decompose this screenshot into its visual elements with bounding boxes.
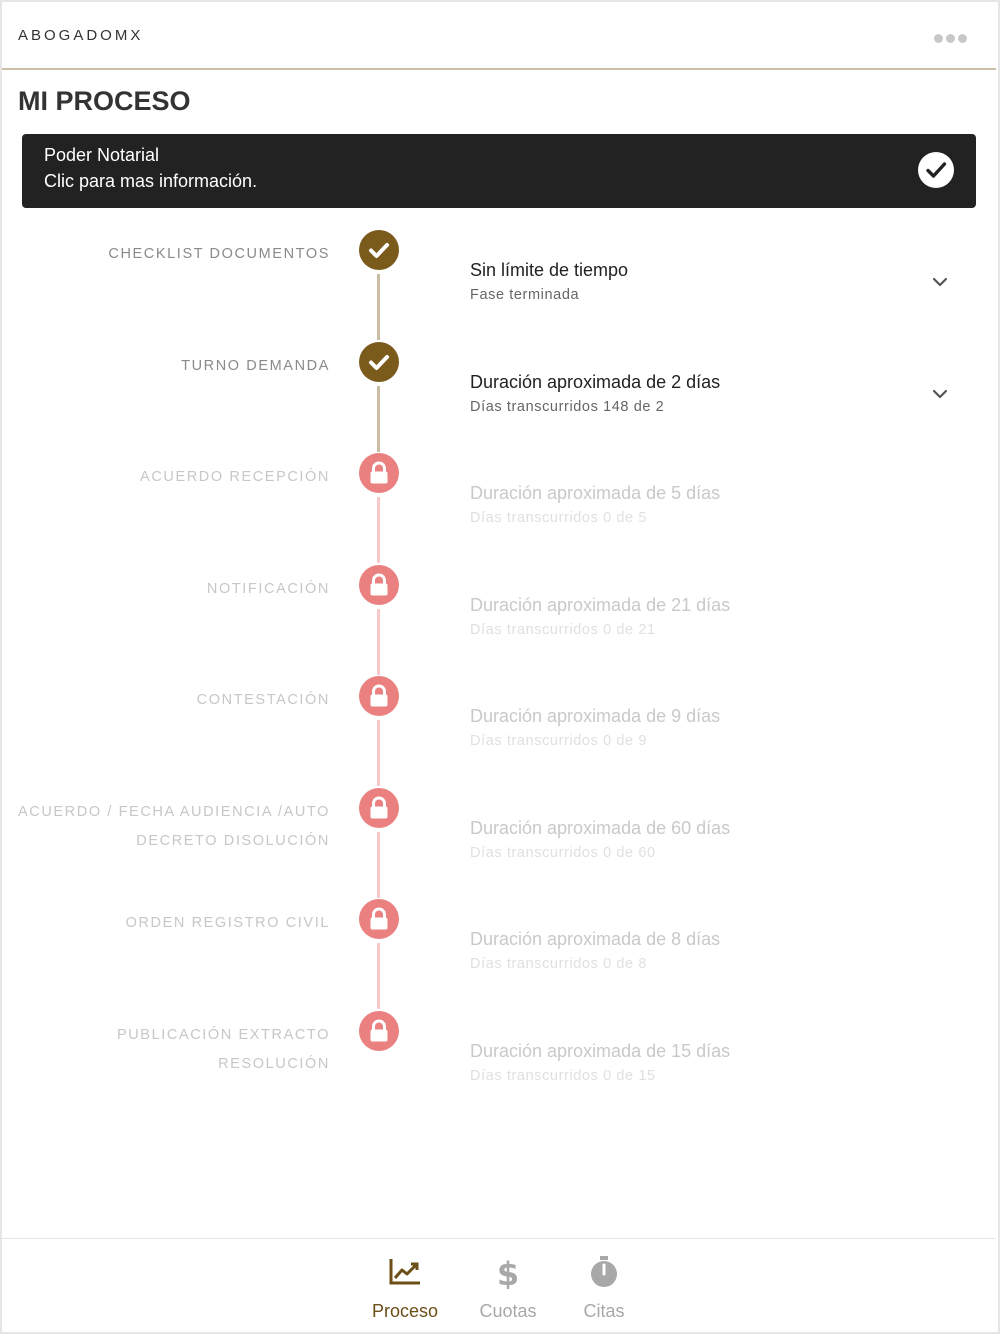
timeline-connector xyxy=(377,831,380,898)
lock-icon xyxy=(359,787,399,828)
tab-proceso[interactable]: Proceso xyxy=(365,1251,445,1321)
more-options-icon[interactable] xyxy=(934,34,967,43)
timeline-step: ACUERDO / FECHA AUDIENCIA /AUTO DECRETO … xyxy=(0,787,1000,900)
step-label: ACUERDO RECEPCIÓN xyxy=(140,469,330,485)
timeline-step: ORDEN REGISTRO CIVIL Duración aproximada … xyxy=(0,899,1000,1011)
chevron-down-icon[interactable] xyxy=(930,387,950,401)
step-label: ORDEN REGISTRO CIVIL xyxy=(125,915,330,931)
step-elapsed: Fase terminada xyxy=(470,287,580,303)
step-elapsed: Días transcurridos 148 de 2 xyxy=(470,398,665,415)
page-title: MI PROCESO xyxy=(18,86,191,116)
step-elapsed: Días transcurridos 0 de 5 xyxy=(470,510,647,526)
bottom-navigation: Proceso $ Cuotas Citas xyxy=(2,1238,996,1332)
step-duration: Duración aproximada de 60 días xyxy=(470,817,731,838)
tab-citas[interactable]: Citas xyxy=(564,1251,644,1321)
step-label: CONTESTACIÓN xyxy=(196,692,330,708)
step-duration: Duración aproximada de 9 días xyxy=(470,706,721,726)
timeline-step[interactable]: TURNO DEMANDA Duración aproximada de 2 dí… xyxy=(0,341,1000,454)
step-label: PUBLICACIÓN EXTRACTO RESOLUCIÓN xyxy=(116,1026,330,1072)
step-duration: Duración aproximada de 5 días xyxy=(470,483,721,503)
step-label: CHECKLIST DOCUMENTOS xyxy=(108,246,330,262)
timeline-connector xyxy=(377,720,380,786)
step-elapsed: Días transcurridos 0 de 9 xyxy=(470,733,647,749)
step-label: TURNO DEMANDA xyxy=(181,357,330,374)
dollar-icon: $ xyxy=(490,1255,526,1293)
chart-icon xyxy=(387,1255,423,1289)
timeline-connector xyxy=(377,274,380,340)
timeline-step: NOTIFICACIÓN Duración aproximada de 21 dí… xyxy=(0,564,1000,677)
step-elapsed: Días transcurridos 0 de 15 xyxy=(470,1067,656,1084)
timeline-step: ACUERDO RECEPCIÓN Duración aproximada de … xyxy=(0,453,1000,565)
check-circle-icon xyxy=(359,341,399,382)
step-duration: Duración aproximada de 2 días xyxy=(470,371,721,392)
timeline-connector xyxy=(377,385,380,452)
step-duration: Duración aproximada de 15 días xyxy=(470,1040,731,1061)
check-circle-icon xyxy=(359,230,399,270)
banner-title: Poder Notarial xyxy=(44,145,160,165)
step-label: ACUERDO / FECHA AUDIENCIA /AUTO DECRETO … xyxy=(18,803,330,849)
tab-proceso-label: Proceso xyxy=(371,1301,439,1321)
lock-icon xyxy=(359,899,399,939)
timeline-step: PUBLICACIÓN EXTRACTO RESOLUCIÓN Duración … xyxy=(0,1010,1000,1123)
info-banner[interactable]: Poder Notarial Clic para mas información… xyxy=(22,134,976,208)
tab-citas-label: Citas xyxy=(583,1301,625,1321)
step-elapsed: Días transcurridos 0 de 8 xyxy=(470,956,647,972)
timeline-connector xyxy=(377,497,380,563)
check-circle-icon xyxy=(918,152,954,188)
lock-icon xyxy=(359,564,399,605)
timeline-connector xyxy=(377,943,380,1009)
stopwatch-icon xyxy=(586,1255,622,1289)
lock-icon xyxy=(359,453,399,493)
tab-cuotas[interactable]: $ Cuotas xyxy=(468,1251,548,1321)
step-duration: Duración aproximada de 21 días xyxy=(470,594,731,615)
step-duration: Duración aproximada de 8 días xyxy=(470,929,721,949)
step-elapsed: Días transcurridos 0 de 60 xyxy=(470,844,656,861)
svg-text:$: $ xyxy=(497,1255,519,1289)
lock-icon xyxy=(359,676,399,716)
step-elapsed: Días transcurridos 0 de 21 xyxy=(470,621,656,638)
chevron-down-icon[interactable] xyxy=(930,275,950,289)
timeline-step[interactable]: CHECKLIST DOCUMENTOS Sin límite de tiempo… xyxy=(0,230,1000,342)
timeline-connector xyxy=(377,608,380,675)
timeline-step: CONTESTACIÓN Duración aproximada de 9 día… xyxy=(0,676,1000,788)
step-duration: Sin límite de tiempo xyxy=(470,260,629,280)
tab-cuotas-label: Cuotas xyxy=(479,1301,537,1321)
banner-subtitle: Clic para mas información. xyxy=(44,171,258,191)
step-label: NOTIFICACIÓN xyxy=(206,580,330,597)
top-bar: ABOGADOMX xyxy=(2,2,996,70)
brand-title: ABOGADOMX xyxy=(18,27,144,44)
lock-icon xyxy=(359,1010,399,1051)
